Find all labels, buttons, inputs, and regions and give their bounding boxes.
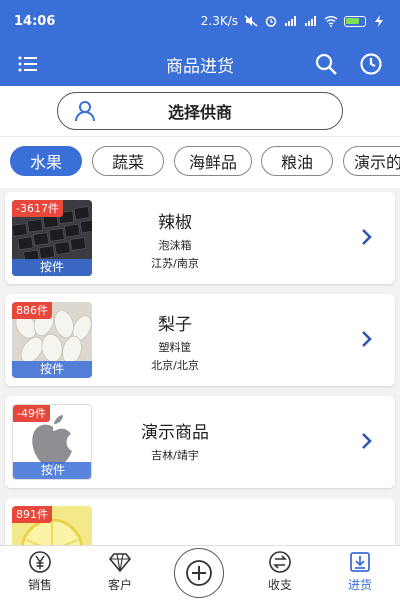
signal-icon-2 [305,16,316,26]
wifi-icon [324,16,338,27]
search-icon [315,53,337,75]
product-list: -3617件 按件 辣椒 泡沫箱 江苏/南京 886件 按件 梨子 塑料筐 北京… [0,188,400,545]
page-title: 商品进货 [166,56,234,77]
product-origin: 吉林/靖宇 [151,449,199,462]
exchange-icon [269,551,291,573]
nav-bar: 商品进货 [0,42,400,86]
tab-vegetables[interactable]: 蔬菜 [92,146,164,176]
bottom-tab-bar: 销售 客户 收支 进货 [0,545,400,600]
product-info: 梨子 塑料筐 北京/北京 [105,310,245,373]
product-info: 演示商品 吉林/靖宇 [105,418,245,463]
charging-icon [375,15,383,27]
product-image: 886件 按件 [12,302,92,378]
add-button[interactable] [174,548,224,598]
yen-icon [29,551,51,573]
stock-badge: -49件 [13,405,50,422]
history-button[interactable] [357,50,385,78]
tab-finance-label: 收支 [267,578,292,592]
tab-purchase-label: 进货 [347,578,372,592]
product-card[interactable]: 891件 [5,498,395,545]
product-origin: 北京/北京 [151,359,199,372]
supplier-section: 选择供商 [0,86,400,136]
stock-badge: 891件 [12,506,52,523]
tab-customers[interactable]: 客户 [90,550,150,593]
product-name: 梨子 [158,315,192,335]
product-packaging: 塑料筐 [158,341,192,354]
unit-label: 按件 [12,259,92,276]
alarm-icon [265,16,277,27]
unit-label: 按件 [13,462,91,479]
chevron-right-icon [362,331,372,347]
tab-sales-label: 销售 [27,578,52,592]
stock-badge: -3617件 [12,200,63,217]
category-tabs: 水果 蔬菜 海鲜品 粮油 演示的 [0,136,400,188]
user-icon [75,101,95,122]
product-info: 辣椒 泡沫箱 江苏/南京 [105,208,245,271]
product-image: -49件 按件 [12,404,92,480]
product-card[interactable]: -3617件 按件 辣椒 泡沫箱 江苏/南京 [5,192,395,284]
chevron-right-icon [362,433,372,449]
network-speed: 2.3K/s [200,14,238,28]
tab-finance[interactable]: 收支 [250,550,310,593]
battery-icon [344,15,366,27]
product-packaging: 泡沫箱 [158,239,192,252]
download-tray-icon [350,552,370,572]
tab-seafood[interactable]: 海鲜品 [174,146,252,176]
tab-demo[interactable]: 演示的 [343,146,400,176]
select-supplier-label: 选择供商 [167,103,232,122]
status-icons: 2.3K/s [201,14,386,28]
diamond-icon [108,553,132,573]
tab-customers-label: 客户 [107,578,132,592]
tab-sales[interactable]: 销售 [10,550,70,593]
product-image: -3617件 按件 [12,200,92,276]
product-name: 辣椒 [158,213,192,233]
tab-grain-oil[interactable]: 粮油 [261,146,333,176]
search-button[interactable] [312,50,340,78]
mute-icon [244,15,258,27]
signal-icon [285,16,296,26]
tab-fruit[interactable]: 水果 [10,146,82,176]
status-bar: 14:06 2.3K/s [0,0,400,42]
plus-icon [186,560,212,586]
chevron-right-icon [362,229,372,245]
product-origin: 江苏/南京 [151,257,199,270]
product-card[interactable]: 886件 按件 梨子 塑料筐 北京/北京 [5,294,395,386]
product-name: 演示商品 [141,423,209,443]
select-supplier-button[interactable]: 选择供商 [57,92,343,130]
product-image: 891件 [12,506,92,545]
unit-label: 按件 [12,361,92,378]
clock-icon [360,53,382,75]
tab-purchase[interactable]: 进货 [330,550,390,593]
stock-badge: 886件 [12,302,52,319]
status-time: 14:06 [14,13,56,29]
product-card[interactable]: -49件 按件 演示商品 吉林/靖宇 [5,396,395,488]
